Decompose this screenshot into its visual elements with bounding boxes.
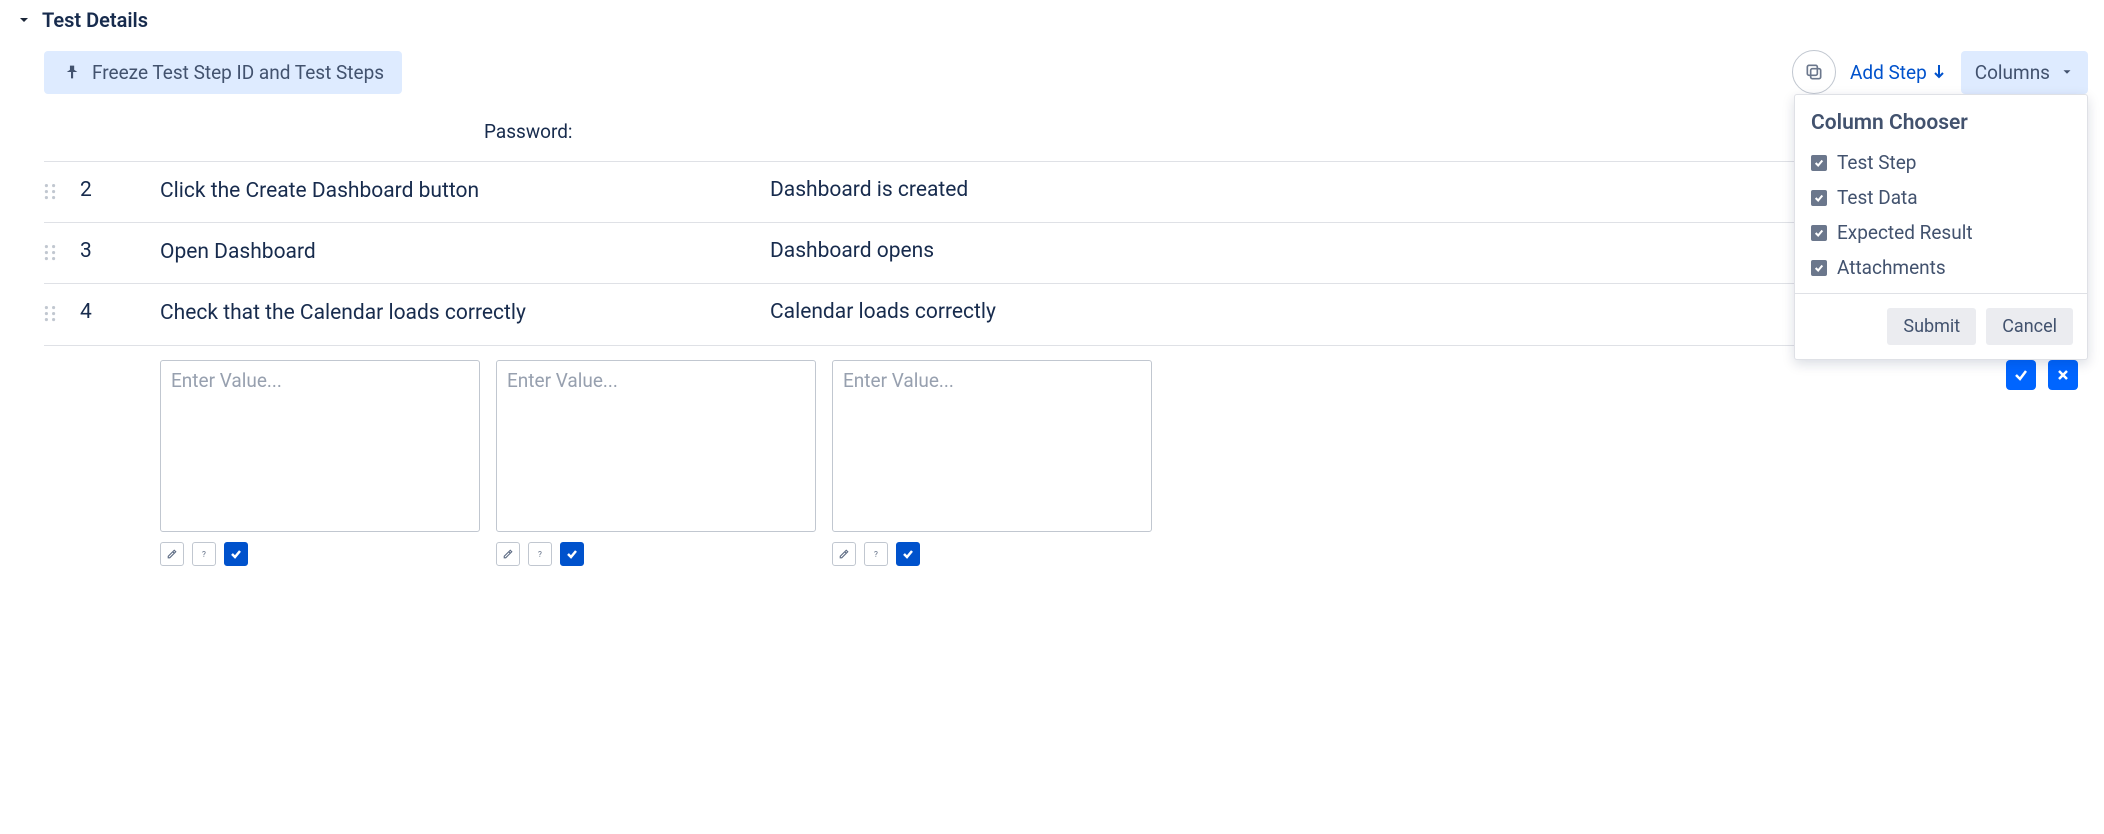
add-step-label: Add Step xyxy=(1850,61,1927,84)
help-icon[interactable]: ? xyxy=(192,542,216,566)
step-row: 4 Check that the Calendar loads correctl… xyxy=(44,283,2088,344)
step-expected[interactable]: Calendar loads correctly xyxy=(770,300,1080,324)
chevron-down-icon[interactable] xyxy=(16,12,32,28)
checkbox-checked-icon xyxy=(1811,190,1827,206)
new-step-actions xyxy=(2006,360,2088,566)
column-option-test-data[interactable]: Test Data xyxy=(1795,180,2087,215)
section-title: Test Details xyxy=(42,8,148,32)
column-option-expected-result[interactable]: Expected Result xyxy=(1795,215,2087,250)
step-number: 3 xyxy=(80,239,110,263)
editor-toolbar: ? xyxy=(496,542,816,566)
edit-icon[interactable] xyxy=(160,542,184,566)
columns-dropdown-button[interactable]: Columns xyxy=(1961,51,2088,94)
test-data-input[interactable] xyxy=(496,360,816,532)
freeze-label: Freeze Test Step ID and Test Steps xyxy=(92,61,384,84)
pin-icon xyxy=(62,63,80,81)
confirm-step-button[interactable] xyxy=(2006,360,2036,390)
editor-test-data: ? xyxy=(496,360,816,566)
new-step-editor-row: ? ? ? xyxy=(44,345,2088,566)
step-row: 3 Open Dashboard Dashboard opens 0 attac… xyxy=(44,222,2088,283)
add-step-button[interactable]: Add Step xyxy=(1850,61,1947,84)
step-number: 2 xyxy=(80,178,110,202)
editor-toolbar: ? xyxy=(832,542,1152,566)
checkbox-checked-icon xyxy=(1811,260,1827,276)
step-number: 4 xyxy=(80,300,110,324)
column-option-attachments[interactable]: Attachments xyxy=(1795,250,2087,285)
editor-test-step: ? xyxy=(160,360,480,566)
column-chooser-footer: Submit Cancel xyxy=(1795,293,2087,359)
svg-text:?: ? xyxy=(202,550,206,560)
step-description[interactable]: Check that the Calendar loads correctly xyxy=(130,300,750,327)
checkbox-checked-icon[interactable] xyxy=(896,542,920,566)
step-expected[interactable]: Dashboard is created xyxy=(770,178,1080,202)
checkbox-checked-icon[interactable] xyxy=(560,542,584,566)
checkbox-checked-icon xyxy=(1811,155,1827,171)
cancel-step-button[interactable] xyxy=(2048,360,2078,390)
column-option-label: Test Data xyxy=(1837,186,1918,209)
column-chooser-title: Column Chooser xyxy=(1795,105,2087,145)
password-label: Password: xyxy=(44,112,2088,161)
column-option-label: Attachments xyxy=(1837,256,1946,279)
svg-text:?: ? xyxy=(874,550,878,560)
drag-handle-icon[interactable] xyxy=(44,239,60,267)
cancel-button[interactable]: Cancel xyxy=(1986,308,2073,345)
step-row: 2 Click the Create Dashboard button Dash… xyxy=(44,161,2088,222)
right-controls: Add Step Columns Column Chooser Test Ste… xyxy=(1792,50,2088,94)
freeze-columns-button[interactable]: Freeze Test Step ID and Test Steps xyxy=(44,51,402,94)
toolbar: Freeze Test Step ID and Test Steps Add S… xyxy=(44,50,2088,94)
edit-icon[interactable] xyxy=(496,542,520,566)
copy-steps-button[interactable] xyxy=(1792,50,1836,94)
step-description[interactable]: Click the Create Dashboard button xyxy=(130,178,750,205)
submit-button[interactable]: Submit xyxy=(1887,308,1976,345)
chevron-down-icon xyxy=(2060,61,2074,84)
columns-label: Columns xyxy=(1975,61,2050,84)
step-expected[interactable]: Dashboard opens xyxy=(770,239,1080,263)
svg-text:?: ? xyxy=(538,550,542,560)
help-icon[interactable]: ? xyxy=(528,542,552,566)
spacer xyxy=(44,360,144,566)
help-icon[interactable]: ? xyxy=(864,542,888,566)
checkbox-checked-icon[interactable] xyxy=(224,542,248,566)
column-chooser-popover: Column Chooser Test Step Test Data Expec… xyxy=(1794,94,2088,360)
editor-expected-result: ? xyxy=(832,360,1152,566)
column-option-test-step[interactable]: Test Step xyxy=(1795,145,2087,180)
steps-table: Password: 2 Click the Create Dashboard b… xyxy=(44,112,2088,566)
column-option-label: Expected Result xyxy=(1837,221,1973,244)
test-step-input[interactable] xyxy=(160,360,480,532)
drag-handle-icon[interactable] xyxy=(44,178,60,206)
arrow-down-icon xyxy=(1931,61,1947,84)
column-option-label: Test Step xyxy=(1837,151,1916,174)
checkbox-checked-icon xyxy=(1811,225,1827,241)
step-description[interactable]: Open Dashboard xyxy=(130,239,750,266)
drag-handle-icon[interactable] xyxy=(44,300,60,328)
edit-icon[interactable] xyxy=(832,542,856,566)
editor-toolbar: ? xyxy=(160,542,480,566)
section-header: Test Details xyxy=(16,8,2088,32)
expected-result-input[interactable] xyxy=(832,360,1152,532)
